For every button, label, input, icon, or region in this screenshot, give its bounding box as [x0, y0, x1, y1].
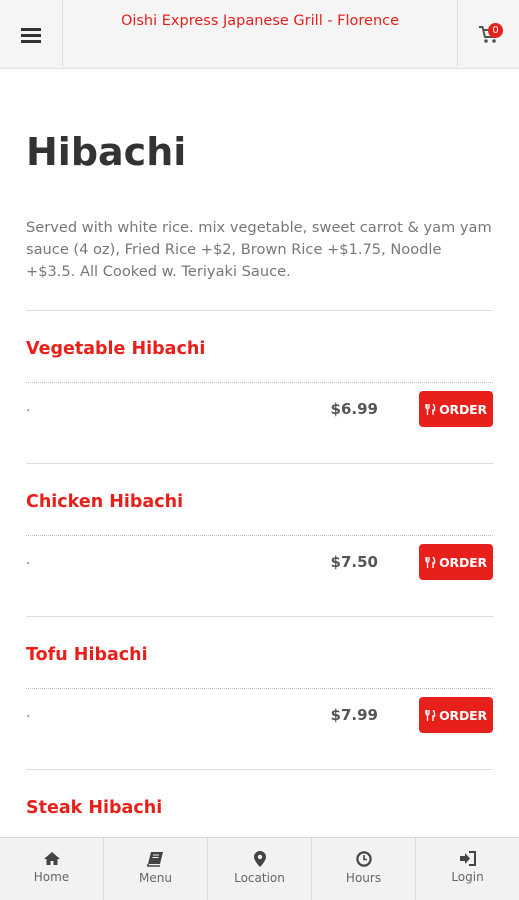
nav-menu[interactable]: Menu: [104, 838, 208, 900]
dotted-divider: [26, 535, 493, 536]
order-button[interactable]: ORDER: [419, 544, 493, 580]
menu-toggle-button[interactable]: [0, 0, 63, 69]
item-price: $6.99: [330, 400, 378, 418]
clock-icon: [355, 851, 372, 867]
menu-item: Chicken Hibachi . $7.50 ORDER: [26, 463, 493, 617]
nav-home-label: Home: [33, 870, 70, 884]
book-icon: [147, 852, 163, 867]
menu-item: Tofu Hibachi . $7.99 ORDER: [26, 616, 493, 770]
sign-in-icon: [459, 851, 476, 866]
item-name[interactable]: Tofu Hibachi: [26, 645, 148, 665]
item-name[interactable]: Chicken Hibachi: [26, 492, 183, 512]
item-description: .: [26, 399, 31, 415]
order-button-label: ORDER: [439, 554, 487, 570]
dotted-divider: [26, 688, 493, 689]
item-description: .: [26, 552, 31, 568]
order-button[interactable]: ORDER: [419, 697, 493, 733]
order-button-label: ORDER: [439, 401, 487, 417]
cart-count-badge: 0: [488, 23, 503, 38]
nav-hours-label: Hours: [345, 871, 382, 885]
nav-location[interactable]: Location: [208, 838, 312, 900]
nav-login-label: Login: [451, 870, 484, 884]
cutlery-icon: [425, 709, 436, 721]
menu-item: Steak Hibachi: [26, 769, 493, 840]
category-description: Served with white rice. mix vegetable, s…: [26, 219, 492, 280]
cart-button[interactable]: 0: [457, 0, 519, 69]
app-header: Oishi Express Japanese Grill - Florence …: [0, 0, 519, 69]
item-name[interactable]: Vegetable Hibachi: [26, 339, 205, 359]
bottom-navigation: Home Menu Location Hours Login: [0, 837, 519, 900]
cutlery-icon: [425, 403, 436, 415]
category-title: Hibachi: [26, 130, 187, 174]
dotted-divider: [26, 382, 493, 383]
order-button-label: ORDER: [439, 707, 487, 723]
nav-hours[interactable]: Hours: [312, 838, 416, 900]
nav-location-label: Location: [234, 871, 285, 885]
hamburger-icon: [21, 27, 41, 43]
menu-item: Vegetable Hibachi . $6.99 ORDER: [26, 310, 493, 464]
order-button[interactable]: ORDER: [419, 391, 493, 427]
item-price: $7.50: [330, 553, 378, 571]
nav-home[interactable]: Home: [0, 838, 104, 900]
home-icon: [43, 852, 60, 865]
item-description: .: [26, 705, 31, 721]
nav-login[interactable]: Login: [416, 838, 519, 900]
item-name[interactable]: Steak Hibachi: [26, 798, 162, 818]
cutlery-icon: [425, 556, 436, 568]
restaurant-title[interactable]: Oishi Express Japanese Grill - Florence: [63, 13, 457, 29]
item-price: $7.99: [330, 706, 378, 724]
nav-menu-label: Menu: [139, 871, 172, 885]
map-marker-icon: [253, 851, 266, 867]
